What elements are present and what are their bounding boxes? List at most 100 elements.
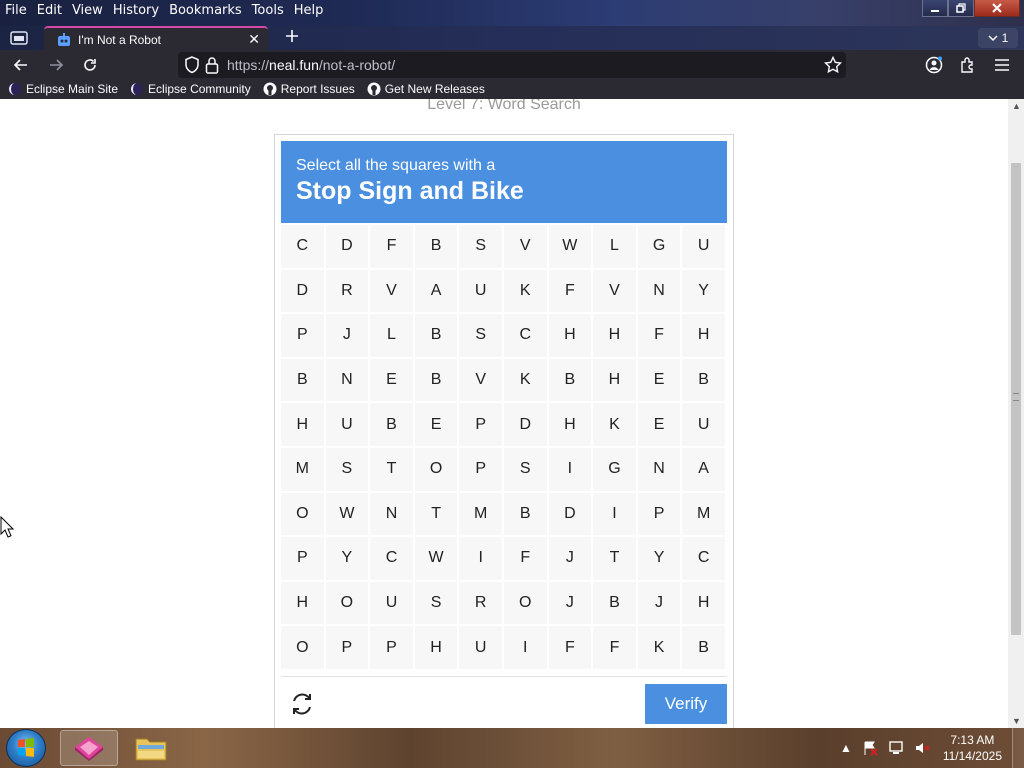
verify-button[interactable]: Verify	[645, 684, 727, 724]
grid-cell[interactable]: G	[593, 447, 636, 491]
start-button[interactable]	[6, 729, 46, 767]
grid-cell[interactable]: B	[414, 225, 458, 268]
grid-cell[interactable]: A	[682, 447, 725, 491]
tab-overflow-button[interactable]: 1	[978, 28, 1018, 48]
grid-cell[interactable]: S	[459, 225, 502, 268]
grid-cell[interactable]: R	[325, 269, 369, 313]
grid-cell[interactable]: U	[682, 403, 725, 446]
tab-active[interactable]: I'm Not a Robot ✕	[44, 26, 268, 51]
grid-cell[interactable]: O	[503, 581, 547, 625]
grid-cell[interactable]: G	[637, 225, 681, 268]
lock-icon[interactable]	[205, 56, 219, 74]
menu-file[interactable]: File	[0, 2, 32, 20]
grid-cell[interactable]: H	[593, 358, 636, 402]
grid-cell[interactable]: U	[325, 403, 369, 446]
grid-cell[interactable]: J	[325, 314, 369, 357]
grid-cell[interactable]: V	[593, 269, 636, 313]
grid-cell[interactable]: I	[503, 626, 547, 669]
grid-cell[interactable]: E	[414, 403, 458, 446]
scroll-down-arrow-icon[interactable]: ▼	[1012, 716, 1021, 726]
grid-cell[interactable]: S	[325, 447, 369, 491]
grid-cell[interactable]: Y	[325, 537, 369, 580]
grid-cell[interactable]: B	[548, 358, 592, 402]
grid-cell[interactable]: V	[370, 269, 413, 313]
grid-cell[interactable]: H	[548, 403, 592, 446]
grid-cell[interactable]: C	[682, 537, 725, 580]
grid-cell[interactable]: H	[281, 581, 324, 625]
refresh-icon[interactable]	[288, 690, 316, 718]
grid-cell[interactable]: H	[593, 314, 636, 357]
grid-cell[interactable]: L	[370, 314, 413, 357]
grid-cell[interactable]: P	[459, 403, 502, 446]
grid-cell[interactable]: T	[593, 537, 636, 580]
tab-list-button[interactable]	[6, 27, 32, 49]
grid-cell[interactable]: D	[503, 403, 547, 446]
menu-help[interactable]: Help	[289, 2, 329, 20]
grid-cell[interactable]: N	[370, 492, 413, 536]
grid-cell[interactable]: O	[281, 626, 324, 669]
grid-cell[interactable]: O	[325, 581, 369, 625]
grid-cell[interactable]: M	[682, 492, 725, 536]
grid-cell[interactable]: I	[593, 492, 636, 536]
grid-cell[interactable]: V	[459, 358, 502, 402]
grid-cell[interactable]: H	[548, 314, 592, 357]
close-window-button[interactable]	[974, 0, 1020, 17]
back-button[interactable]	[9, 53, 33, 77]
page-scrollbar[interactable]: ▲ ▼	[1008, 99, 1024, 728]
reload-button[interactable]	[78, 53, 102, 77]
app-menu-button[interactable]	[990, 53, 1014, 77]
grid-cell[interactable]: B	[503, 492, 547, 536]
grid-cell[interactable]: U	[459, 626, 502, 669]
grid-cell[interactable]: F	[370, 225, 413, 268]
grid-cell[interactable]: P	[370, 626, 413, 669]
grid-cell[interactable]: U	[682, 225, 725, 268]
grid-cell[interactable]: P	[325, 626, 369, 669]
grid-cell[interactable]: N	[637, 447, 681, 491]
grid-cell[interactable]: C	[503, 314, 547, 357]
grid-cell[interactable]: P	[459, 447, 502, 491]
grid-cell[interactable]: E	[370, 358, 413, 402]
menu-edit[interactable]: Edit	[32, 2, 67, 20]
grid-cell[interactable]: N	[637, 269, 681, 313]
grid-cell[interactable]: Y	[682, 269, 725, 313]
taskbar-file-explorer[interactable]	[122, 730, 180, 766]
grid-cell[interactable]: F	[593, 626, 636, 669]
volume-muted-icon[interactable]	[914, 740, 930, 756]
grid-cell[interactable]: K	[503, 358, 547, 402]
grid-cell[interactable]: O	[281, 492, 324, 536]
network-icon[interactable]	[888, 740, 904, 756]
minimize-button[interactable]	[922, 0, 948, 17]
menu-history[interactable]: History	[108, 2, 164, 20]
grid-cell[interactable]: M	[281, 447, 324, 491]
grid-cell[interactable]: T	[414, 492, 458, 536]
shield-icon[interactable]	[184, 56, 200, 74]
forward-button[interactable]	[44, 53, 68, 77]
grid-cell[interactable]: W	[414, 537, 458, 580]
tray-expand-icon[interactable]: ▲	[840, 741, 852, 755]
grid-cell[interactable]: B	[414, 358, 458, 402]
grid-cell[interactable]: H	[682, 581, 725, 625]
grid-cell[interactable]: B	[370, 403, 413, 446]
grid-cell[interactable]: F	[548, 269, 592, 313]
menu-tools[interactable]: Tools	[247, 2, 289, 20]
grid-cell[interactable]: M	[459, 492, 502, 536]
grid-cell[interactable]: F	[548, 626, 592, 669]
grid-cell[interactable]: K	[593, 403, 636, 446]
grid-cell[interactable]: F	[637, 314, 681, 357]
grid-cell[interactable]: T	[370, 447, 413, 491]
action-center-flag-icon[interactable]	[862, 740, 878, 756]
grid-cell[interactable]: J	[548, 537, 592, 580]
restore-button[interactable]	[948, 0, 974, 17]
url-text[interactable]: https://neal.fun/not-a-robot/	[227, 57, 395, 73]
grid-cell[interactable]: F	[503, 537, 547, 580]
grid-cell[interactable]: K	[637, 626, 681, 669]
grid-cell[interactable]: H	[281, 403, 324, 446]
bookmark-report-issues[interactable]: Report Issues	[263, 82, 355, 96]
extensions-button[interactable]	[956, 53, 980, 77]
grid-cell[interactable]: B	[682, 358, 725, 402]
account-button[interactable]	[922, 53, 946, 77]
grid-cell[interactable]: B	[281, 358, 324, 402]
grid-cell[interactable]: B	[414, 314, 458, 357]
grid-cell[interactable]: H	[682, 314, 725, 357]
grid-cell[interactable]: S	[414, 581, 458, 625]
